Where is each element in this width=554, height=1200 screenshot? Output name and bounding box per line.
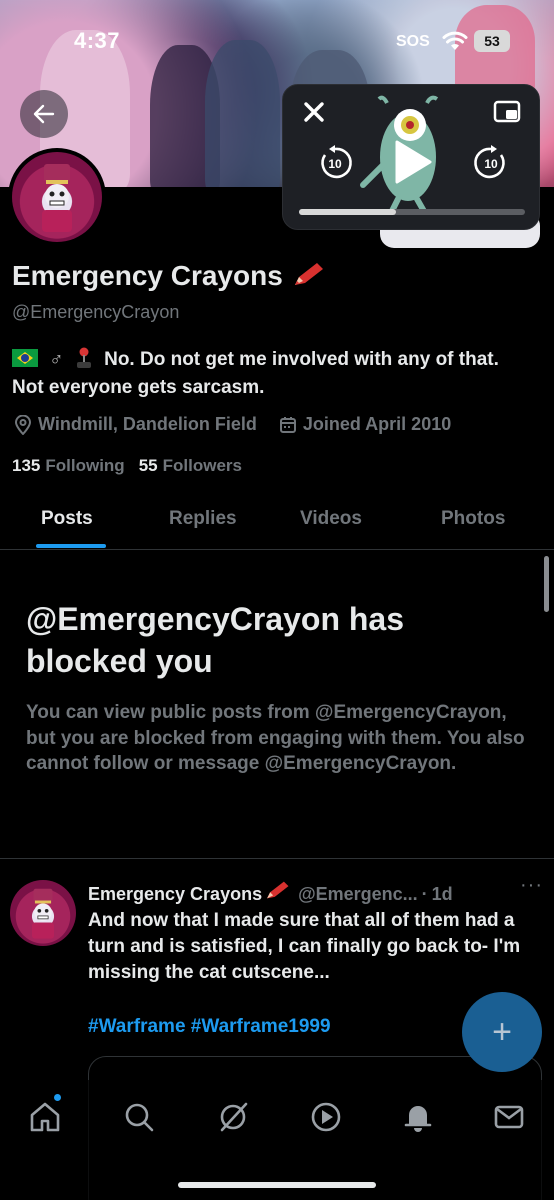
- skip-forward-button[interactable]: 10: [473, 145, 509, 181]
- pip-video-player[interactable]: 10 10: [282, 84, 540, 230]
- profile-joined: Joined April 2010: [302, 414, 452, 434]
- close-icon[interactable]: [301, 99, 327, 125]
- scrollbar[interactable]: [544, 556, 549, 612]
- search-icon[interactable]: [122, 1100, 156, 1134]
- male-sign-icon: ♂: [49, 349, 64, 370]
- crayon-icon: [267, 881, 289, 899]
- profile-handle: @EmergencyCrayon: [12, 302, 180, 322]
- profile-tabs: Posts Replies Videos Photos: [0, 494, 554, 550]
- video-icon[interactable]: [309, 1100, 343, 1134]
- home-indicator[interactable]: [178, 1182, 376, 1188]
- status-time: 4:37: [74, 28, 121, 53]
- profile-name-text: Emergency Crayons: [12, 260, 283, 291]
- pip-progress-fill: [299, 209, 397, 215]
- location-icon: [14, 414, 32, 435]
- plus-icon: +: [492, 1012, 512, 1051]
- tab-posts[interactable]: Posts: [41, 508, 93, 530]
- followers-count: 55: [138, 456, 158, 475]
- crayon-icon: [294, 263, 323, 285]
- post-header: Emergency Crayons @Emergenc... · 1d: [88, 880, 548, 905]
- post-time[interactable]: 1d: [432, 884, 453, 905]
- tab-videos[interactable]: Videos: [300, 508, 362, 530]
- tab-replies[interactable]: Replies: [169, 508, 237, 530]
- profile-meta: Windmill, Dandelion Field Joined April 2…: [14, 414, 451, 435]
- post-handle[interactable]: @Emergenc...: [298, 884, 418, 905]
- compose-button[interactable]: +: [462, 992, 542, 1072]
- status-bar: 4:37 SOS 53: [0, 0, 554, 80]
- divider: [0, 858, 554, 859]
- skip-forward-label: 10: [484, 157, 498, 171]
- tab-photos[interactable]: Photos: [441, 508, 505, 530]
- arrow-left-icon: [33, 104, 55, 124]
- post-avatar[interactable]: [10, 880, 76, 946]
- post-author[interactable]: Emergency Crayons: [88, 884, 262, 905]
- calendar-icon: [279, 416, 296, 433]
- profile-bio: ♂ No. Do not get me involved with any of…: [12, 346, 532, 402]
- play-icon[interactable]: [393, 139, 433, 185]
- joystick-icon: [76, 347, 91, 368]
- expand-pip-icon[interactable]: [493, 99, 521, 125]
- post-hashtags[interactable]: #Warframe #Warframe1999: [88, 1016, 331, 1038]
- post-text: And now that I made sure that all of the…: [88, 910, 521, 983]
- battery-indicator: 53: [474, 30, 510, 52]
- following-label: Following: [45, 456, 125, 475]
- followers-label: Followers: [162, 456, 242, 475]
- post-separator: ·: [421, 884, 428, 904]
- profile-location: Windmill, Dandelion Field: [38, 414, 257, 434]
- home-icon[interactable]: [28, 1100, 62, 1134]
- grok-icon[interactable]: [216, 1100, 250, 1134]
- blocked-title: @EmergencyCrayon has blocked you: [26, 601, 405, 679]
- skip-back-label: 10: [328, 157, 342, 171]
- notification-dot: [54, 1094, 61, 1101]
- followers-link[interactable]: 55 Followers: [139, 456, 242, 476]
- fast-forward-icon: 10: [474, 145, 505, 179]
- following-link[interactable]: 135 Following: [12, 456, 125, 476]
- pip-progress-bar[interactable]: [299, 209, 525, 215]
- wifi-icon: [442, 31, 468, 50]
- nutcracker-avatar-icon: [32, 888, 54, 939]
- brazil-flag-icon: [12, 349, 38, 367]
- nutcracker-avatar-icon: [42, 164, 72, 232]
- profile-name: Emergency Crayons: [12, 260, 325, 292]
- following-count: 135: [12, 456, 41, 475]
- notifications-icon[interactable]: [401, 1100, 435, 1134]
- status-signal: SOS: [396, 33, 430, 50]
- post-more-button[interactable]: ···: [520, 874, 543, 897]
- rewind-icon: 10: [321, 145, 352, 179]
- skip-back-button[interactable]: 10: [317, 145, 353, 181]
- back-button[interactable]: [20, 90, 68, 138]
- messages-icon[interactable]: [492, 1100, 526, 1134]
- blocked-description: You can view public posts from @Emergenc…: [26, 702, 525, 774]
- active-tab-indicator: [36, 544, 106, 548]
- follow-stats: 135 Following 55 Followers: [12, 456, 242, 476]
- profile-avatar[interactable]: [8, 148, 106, 246]
- avatar-image: [12, 152, 102, 242]
